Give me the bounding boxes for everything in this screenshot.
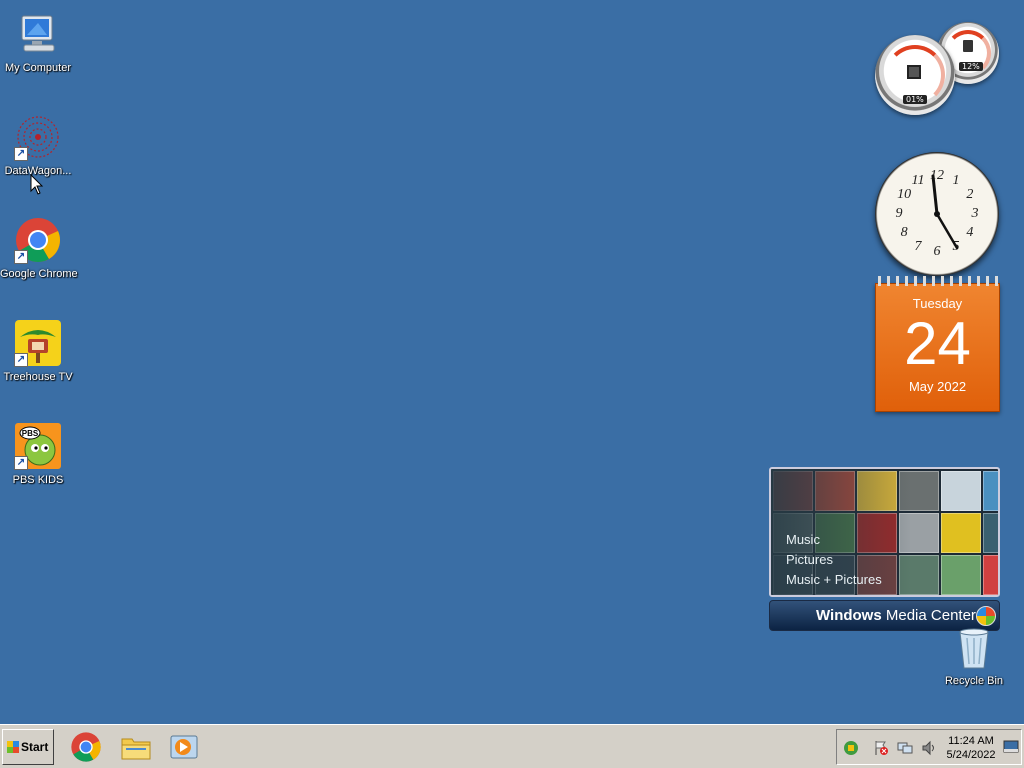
pbs-kids-shortcut[interactable]: PBS ↗ PBS KIDS: [0, 414, 76, 487]
chrome-icon[interactable]: [70, 731, 102, 763]
media-center-brand: Windows: [816, 607, 882, 624]
clock-hands: [931, 174, 959, 250]
calendar-day: 24: [904, 310, 971, 377]
mouse-pointer-icon: [30, 174, 44, 195]
desktop-icon-label: Recycle Bin: [944, 675, 1004, 687]
media-center-gadget[interactable]: Music Pictures Music + Pictures: [769, 467, 1000, 597]
chrome-icon: ↗: [14, 216, 62, 264]
desktop-icon-label: Treehouse TV: [3, 371, 73, 383]
media-center-item-music[interactable]: Music: [786, 532, 820, 547]
calendar-rings: [878, 276, 998, 286]
desktop: My Computer ↗ DataWagon... ↗ Google Chro…: [0, 0, 1024, 724]
network-icon[interactable]: [897, 740, 913, 756]
media-player-icon[interactable]: [168, 731, 200, 763]
shortcut-arrow-icon: ↗: [14, 250, 28, 264]
windows-logo-icon: [7, 741, 19, 753]
shortcut-arrow-icon: ↗: [14, 147, 28, 161]
taskbar: Start 11:24 AM 5/24/2022: [0, 724, 1024, 768]
recycle-bin-icon: [954, 626, 994, 670]
clock-gadget[interactable]: 121234567891011: [875, 152, 999, 276]
desktop-icon-label: My Computer: [4, 62, 72, 74]
cpu-usage-readout: 01%: [903, 95, 927, 104]
treehouse-tv-icon: ↗: [14, 319, 62, 367]
cpu-chip-icon: [907, 65, 921, 79]
tray-clock[interactable]: 11:24 AM 5/24/2022: [943, 734, 999, 762]
tray-date: 5/24/2022: [946, 749, 996, 761]
my-computer-shortcut[interactable]: My Computer: [0, 2, 76, 75]
show-desktop-icon[interactable]: [1003, 740, 1019, 754]
start-label: Start: [21, 740, 49, 754]
pbs-kids-icon: PBS ↗: [14, 422, 62, 470]
desktop-icon-label: PBS KIDS: [12, 474, 64, 486]
google-chrome-shortcut[interactable]: ↗ Google Chrome: [0, 208, 78, 281]
file-explorer-icon[interactable]: [120, 731, 152, 763]
start-button[interactable]: Start: [2, 729, 54, 765]
calendar-gadget[interactable]: Tuesday 24 May 2022: [875, 276, 1000, 412]
tray-time: 11:24 AM: [948, 735, 994, 747]
calendar-weekday: Tuesday: [912, 296, 963, 311]
datawagon-shortcut[interactable]: ↗ DataWagon...: [0, 105, 76, 178]
treehouse-tv-shortcut[interactable]: ↗ Treehouse TV: [0, 311, 76, 384]
cpu-gauge: 01%: [875, 35, 955, 115]
volume-icon[interactable]: [921, 740, 937, 756]
media-center-item-music-pictures[interactable]: Music + Pictures: [786, 572, 882, 587]
svg-text:PBS: PBS: [22, 429, 39, 438]
calendar-month-year: May 2022: [908, 379, 967, 394]
desktop-icon-label: Google Chrome: [0, 268, 78, 280]
shortcut-arrow-icon: ↗: [14, 456, 28, 470]
media-center-item-pictures[interactable]: Pictures: [786, 552, 833, 567]
datawagon-icon: ↗: [14, 113, 62, 161]
recycle-bin-shortcut[interactable]: Recycle Bin: [936, 622, 1012, 688]
memory-chip-icon: [963, 40, 973, 52]
system-tray: 11:24 AM 5/24/2022: [836, 729, 1022, 765]
computer-icon: [14, 10, 62, 58]
shortcut-arrow-icon: ↗: [14, 353, 28, 367]
action-center-flag-icon[interactable]: [873, 740, 889, 756]
memory-usage-readout: 12%: [959, 62, 983, 71]
security-shield-icon[interactable]: [843, 740, 859, 756]
